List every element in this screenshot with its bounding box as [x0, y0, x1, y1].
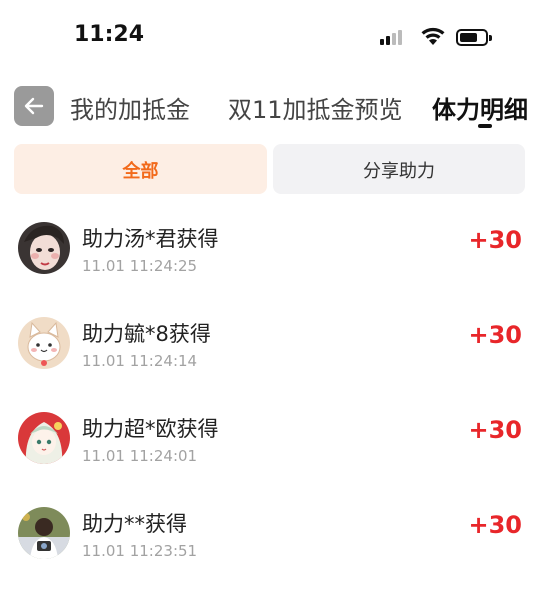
filter-all[interactable]: 全部 [14, 144, 267, 194]
list-item: 助力汤*君获得 11.01 11:24:25 +30 [0, 200, 540, 295]
record-points: +30 [468, 416, 522, 444]
avatar[interactable] [18, 222, 70, 274]
record-title: 助力汤*君获得 [82, 227, 219, 251]
avatar[interactable] [18, 317, 70, 369]
wifi-icon [421, 27, 445, 45]
active-tab-indicator [478, 124, 492, 128]
arrow-left-icon [24, 97, 44, 115]
status-bar: 11:24 [0, 0, 540, 72]
list-item: 助力毓*8获得 11.01 11:24:14 +30 [0, 295, 540, 390]
tab-bar: 我的加抵金 双11加抵金预览 体力明细 [0, 82, 540, 132]
battery-icon [456, 29, 492, 46]
record-title: 助力**获得 [82, 512, 187, 536]
tab-double11-preview[interactable]: 双11加抵金预览 [228, 90, 403, 125]
status-time: 11:24 [74, 22, 145, 47]
record-list: 助力汤*君获得 11.01 11:24:25 +30 助力毓*8获得 11.01… [0, 200, 540, 580]
filter-all-label: 全部 [122, 161, 159, 182]
back-button[interactable] [14, 86, 54, 126]
record-time: 11.01 11:24:25 [82, 257, 198, 275]
tab-stamina-details[interactable]: 体力明细 [432, 90, 528, 125]
record-title: 助力毓*8获得 [82, 322, 211, 346]
record-points: +30 [468, 511, 522, 539]
filter-share-assist-label: 分享助力 [363, 161, 435, 182]
record-time: 11.01 11:23:51 [82, 542, 198, 560]
record-time: 11.01 11:24:14 [82, 352, 198, 370]
record-points: +30 [468, 226, 522, 254]
record-points: +30 [468, 321, 522, 349]
filter-share-assist[interactable]: 分享助力 [273, 144, 525, 194]
avatar[interactable] [18, 412, 70, 464]
list-item: 助力超*欧获得 11.01 11:24:01 +30 [0, 390, 540, 485]
tab-my-deduction[interactable]: 我的加抵金 [70, 90, 190, 125]
record-time: 11.01 11:24:01 [82, 447, 198, 465]
record-title: 助力超*欧获得 [82, 417, 219, 441]
status-icons [380, 25, 492, 49]
avatar[interactable] [18, 507, 70, 559]
list-item: 助力**获得 11.01 11:23:51 +30 [0, 485, 540, 580]
